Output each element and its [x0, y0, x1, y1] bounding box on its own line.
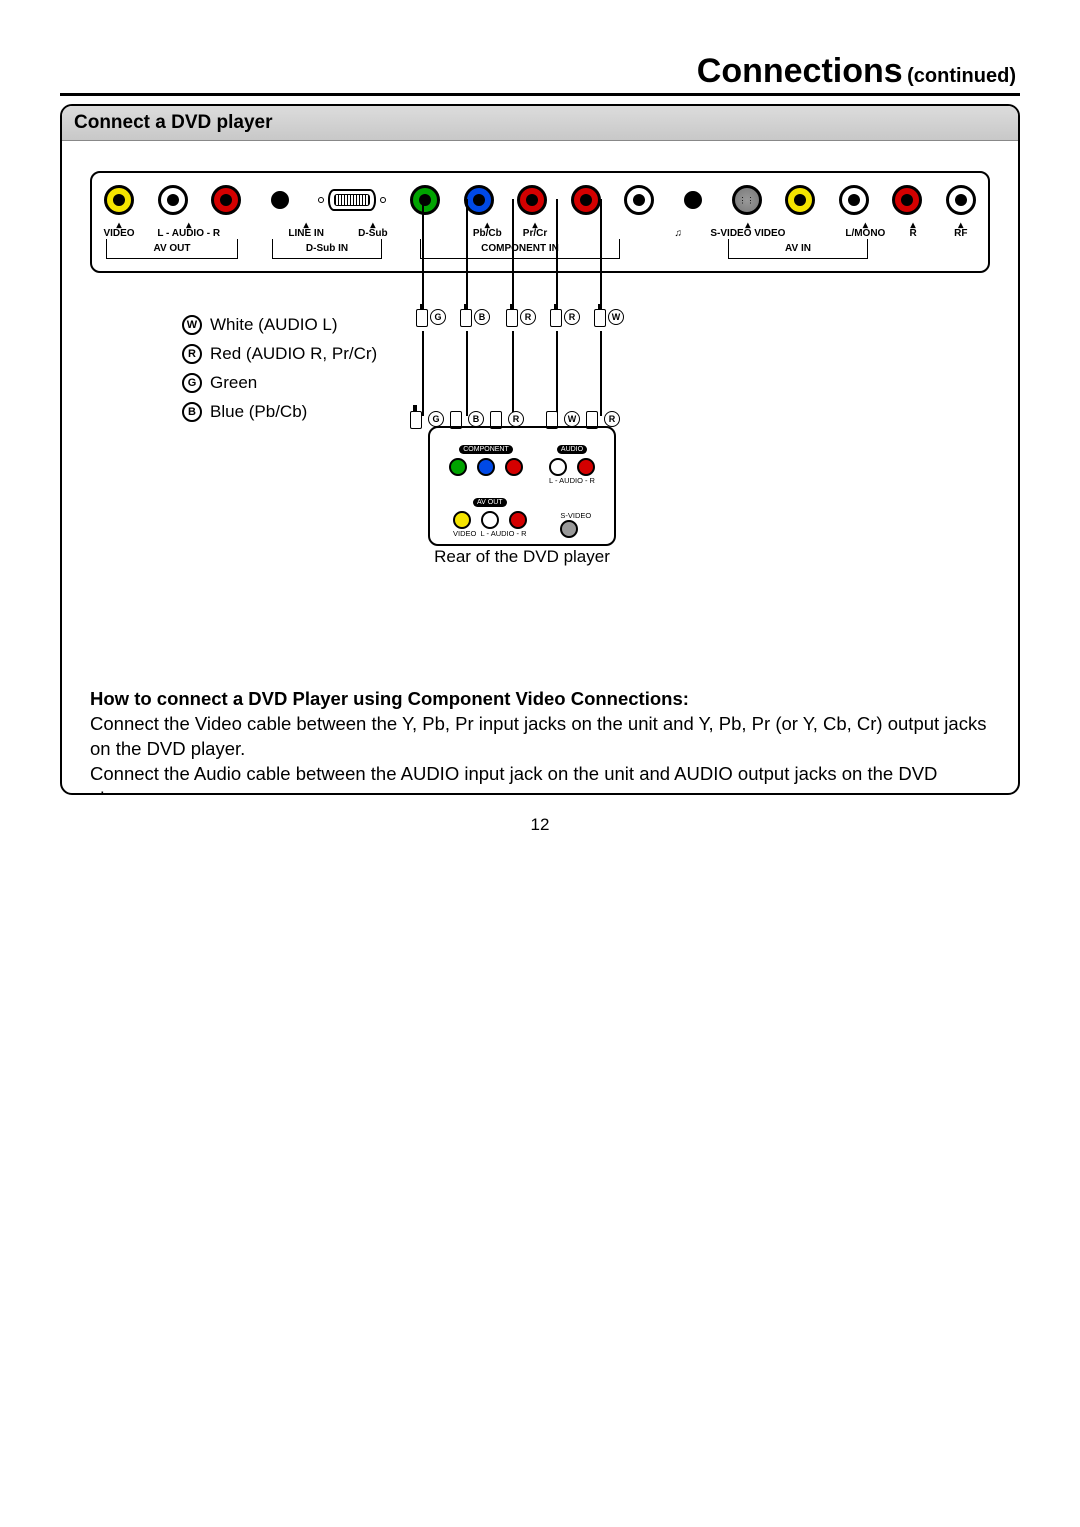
dvd-sub-laudio: L - AUDIO - R — [549, 476, 595, 485]
instruction-text: How to connect a DVD Player using Compon… — [90, 661, 990, 795]
port-avin-r — [892, 185, 922, 215]
lbl-r: R — [892, 221, 934, 239]
plug-g-bot: G — [428, 411, 444, 427]
port-video-out — [104, 185, 134, 215]
port-svideo: ⋮⋮ — [732, 185, 762, 215]
plug-b-top: B — [474, 309, 490, 325]
dvd-jack-pb — [477, 458, 495, 476]
legend-g: Green — [210, 369, 257, 398]
dvd-tag-audio: AUDIO — [557, 445, 587, 454]
lbl-audio-lr: L - AUDIO - R — [146, 221, 232, 239]
lbl-lmono: L/MONO — [844, 221, 886, 239]
port-audio-r-out — [211, 185, 241, 215]
howto-line1: Connect the Video cable between the Y, P… — [90, 712, 990, 762]
port-line-in — [271, 191, 289, 209]
dvd-jack-pr — [505, 458, 523, 476]
port-audio-l-out — [158, 185, 188, 215]
plug-g-top: G — [430, 309, 446, 325]
lbl-dsub: D-Sub — [333, 221, 413, 239]
plug-r-top: R — [520, 309, 536, 325]
dvd-tag-component: COMPONENT — [459, 445, 513, 454]
dvd-sub-laudior: L - AUDIO - R — [481, 529, 527, 538]
dvd-avout-l — [481, 511, 499, 529]
title-main: Connections — [697, 52, 903, 90]
port-avin-video — [785, 185, 815, 215]
howto-heading: How to connect a DVD Player using Compon… — [90, 687, 990, 712]
plug-w-bot: W — [564, 411, 580, 427]
port-rf — [946, 185, 976, 215]
lbl-video: VIDEO — [98, 221, 140, 239]
port-headphone — [684, 191, 702, 209]
dvd-jack-y — [449, 458, 467, 476]
bracket-dsubin: D-Sub IN — [302, 243, 352, 254]
legend-g-icon: G — [182, 373, 202, 393]
legend-w: White (AUDIO L) — [210, 311, 338, 340]
bracket-avin: AV IN — [781, 243, 815, 254]
dvd-tag-avout: AV OUT — [473, 498, 507, 507]
dvd-caption: Rear of the DVD player — [402, 547, 642, 567]
howto-line2: Connect the Audio cable between the AUDI… — [90, 762, 990, 795]
port-dsub — [328, 189, 376, 211]
section-heading: Connect a DVD player — [62, 106, 1018, 141]
dvd-sub-svideo: S-VIDEO — [560, 511, 591, 520]
color-legend: W White (AUDIO L) R Red (AUDIO R, Pr/Cr) G… — [182, 311, 377, 427]
plug-b-bot: B — [468, 411, 484, 427]
legend-b: Blue (Pb/Cb) — [210, 398, 307, 427]
legend-b-icon: B — [182, 402, 202, 422]
plug-r-bot: R — [508, 411, 524, 427]
dsub-screw-left — [318, 197, 324, 203]
title-sub: (continued) — [907, 65, 1016, 87]
page-number: 12 — [60, 815, 1020, 835]
legend-r-icon: R — [182, 344, 202, 364]
plug-r2-bot: R — [604, 411, 620, 427]
bracket-avout: AV OUT — [149, 243, 194, 254]
lbl-rf: RF — [940, 221, 982, 239]
dvd-sub-video: VIDEO — [453, 529, 476, 538]
page-title: Connections (continued) — [60, 52, 1020, 91]
dvd-jack-al — [549, 458, 567, 476]
content-frame: Connect a DVD player — [60, 104, 1020, 795]
plug-r2-top: R — [564, 309, 580, 325]
dsub-screw-right — [380, 197, 386, 203]
lbl-svv: S-VIDEO VIDEO — [705, 221, 791, 239]
dvd-svideo-jack — [560, 520, 578, 538]
title-rule — [60, 93, 1020, 96]
dvd-rear: COMPONENT AUDIO L - AUDIO - — [428, 426, 616, 546]
lbl-linein: LINE IN — [285, 221, 327, 239]
legend-r: Red (AUDIO R, Pr/Cr) — [210, 340, 377, 369]
legend-w-icon: W — [182, 315, 202, 335]
port-avin-l — [839, 185, 869, 215]
dvd-avout-v — [453, 511, 471, 529]
dvd-jack-ar — [577, 458, 595, 476]
dvd-avout-r — [509, 511, 527, 529]
plug-w-top: W — [608, 309, 624, 325]
